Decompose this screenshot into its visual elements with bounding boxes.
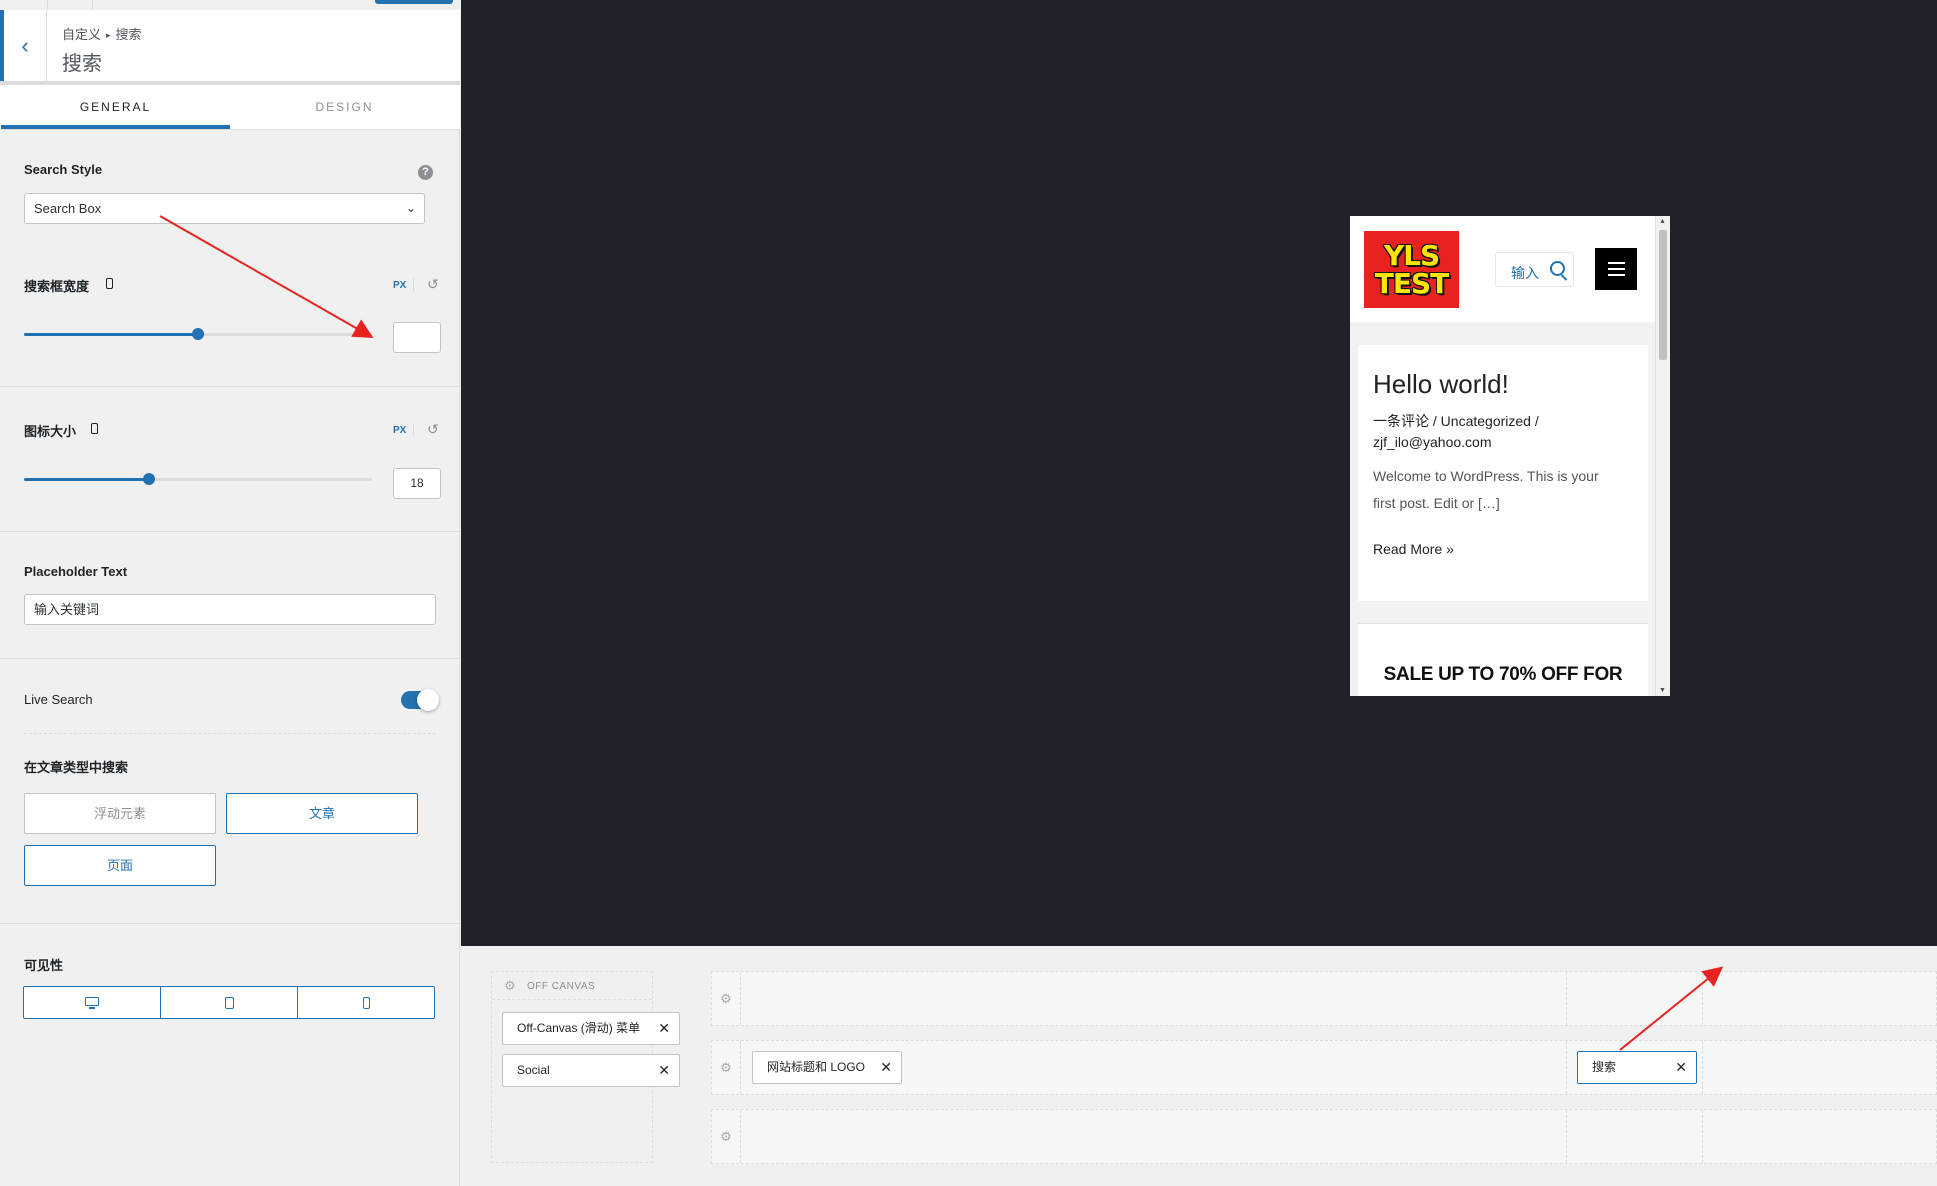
close-icon[interactable]: ✕	[658, 1055, 670, 1086]
hamburger-icon	[1608, 262, 1625, 264]
search-style-value: Search Box	[34, 201, 102, 216]
tab-general[interactable]: GENERAL	[1, 85, 230, 129]
post-type-post-button[interactable]: 文章	[226, 793, 418, 834]
breadcrumb: 自定义 ▸ 搜索	[62, 24, 142, 43]
tab-bar: GENERAL DESIGN	[0, 85, 460, 130]
search-width-input[interactable]	[393, 322, 441, 353]
section-title: 搜索	[62, 53, 102, 75]
close-icon[interactable]: ✕	[658, 1013, 670, 1044]
builder-item-social[interactable]: Social ✕	[502, 1054, 680, 1087]
visibility-tablet-button[interactable]	[161, 987, 298, 1018]
scrollbar-thumb[interactable]	[1659, 230, 1667, 360]
chip-label: Social	[517, 1063, 550, 1077]
builder-item-site-logo[interactable]: 网站标题和 LOGO ✕	[752, 1051, 902, 1084]
placeholder-text-label: Placeholder Text	[24, 564, 128, 579]
chip-label: 网站标题和 LOGO	[767, 1060, 866, 1074]
slider-fill	[24, 478, 150, 481]
preview-site-header: YLS TEST 输入	[1350, 216, 1656, 322]
search-style-label: Search Style	[24, 162, 103, 177]
breadcrumb-root: 自定义	[62, 27, 102, 42]
post-card: Hello world! 一条评论 / Uncategorized / zjf_…	[1358, 345, 1648, 601]
sale-banner: SALE UP TO 70% OFF FOR	[1358, 623, 1648, 696]
header-builder: ⚙ OFF CANVAS Off-Canvas (滑动) 菜单 ✕ Social…	[461, 946, 1937, 1186]
gear-icon[interactable]: ⚙	[504, 978, 516, 994]
toggle-knob	[417, 689, 439, 711]
close-icon[interactable]: ✕	[1675, 1052, 1687, 1083]
breadcrumb-current: 搜索	[115, 27, 142, 42]
builder-item-offcanvas-menu[interactable]: Off-Canvas (滑动) 菜单 ✕	[502, 1012, 680, 1045]
post-excerpt: Welcome to WordPress. This is your first…	[1373, 468, 1599, 511]
post-title[interactable]: Hello world!	[1373, 369, 1509, 400]
live-search-toggle[interactable]	[401, 689, 439, 711]
help-icon[interactable]: ?	[418, 165, 433, 180]
mobile-device-icon[interactable]	[91, 423, 98, 434]
publish-button[interactable]	[375, 0, 453, 4]
builder-row-top[interactable]: ⚙	[711, 971, 1937, 1026]
post-types-label: 在文章类型中搜索	[24, 760, 129, 775]
chip-label: 搜索	[1592, 1060, 1617, 1074]
header-search-placeholder: 输入	[1511, 265, 1539, 281]
chevron-left-icon: ‹	[21, 32, 29, 58]
post-meta: 一条评论 / Uncategorized / zjf_ilo@yahoo.com	[1373, 413, 1539, 450]
live-search-label: Live Search	[24, 692, 93, 707]
slider-fill	[24, 333, 198, 336]
icon-size-slider[interactable]	[24, 473, 372, 485]
visibility-mobile-button[interactable]	[298, 987, 434, 1018]
customizer-sidebar: ‹ 自定义 ▸ 搜索 搜索 GENERAL DESIGN Search Style …	[0, 0, 460, 1186]
builder-item-search[interactable]: 搜索 ✕	[1577, 1051, 1697, 1084]
site-preview-area	[461, 0, 1937, 946]
off-canvas-panel: ⚙ OFF CANVAS Off-Canvas (滑动) 菜单 ✕ Social…	[491, 971, 680, 1163]
header-search-box[interactable]: 输入	[1495, 252, 1574, 287]
search-icon	[1550, 261, 1565, 276]
unit-px-label[interactable]: PX	[393, 280, 406, 291]
unit-px-label[interactable]: PX	[393, 425, 406, 436]
slider-thumb[interactable]	[192, 328, 204, 340]
logo-line-1: YLS	[1383, 238, 1440, 272]
post-type-floating-button[interactable]: 浮动元素	[24, 793, 216, 834]
sale-text: SALE UP TO 70% OFF FOR	[1383, 664, 1623, 685]
search-width-label: 搜索框宽度	[24, 279, 90, 294]
close-icon[interactable]: ✕	[880, 1052, 892, 1083]
builder-row-bottom[interactable]: ⚙	[711, 1109, 1937, 1164]
desktop-icon	[85, 996, 99, 1009]
search-style-select[interactable]: Search Box ⌄	[24, 193, 425, 224]
visibility-button-group	[23, 986, 435, 1019]
tablet-icon	[224, 996, 234, 1009]
post-type-page-button[interactable]: 页面	[24, 845, 216, 886]
chevron-down-icon: ⌄	[405, 201, 416, 215]
icon-size-input[interactable]: 18	[393, 468, 441, 499]
preview-scrollbar[interactable]: ▲ ▼	[1655, 216, 1670, 696]
slider-thumb[interactable]	[143, 473, 156, 485]
chip-label: Off-Canvas (滑动) 菜单	[517, 1021, 641, 1035]
read-more-link[interactable]: Read More »	[1373, 541, 1454, 557]
menu-toggle-button[interactable]	[1595, 248, 1637, 290]
search-width-slider[interactable]	[24, 328, 372, 340]
reset-icon[interactable]: ↺	[427, 421, 439, 438]
mobile-preview-frame: YLS TEST 输入 Hello world! 一条评论 / Uncatego…	[1350, 216, 1670, 696]
scroll-up-icon[interactable]: ▲	[1659, 218, 1666, 225]
off-canvas-label: OFF CANVAS	[527, 981, 596, 992]
back-button[interactable]: ‹	[0, 10, 47, 81]
visibility-desktop-button[interactable]	[24, 987, 161, 1018]
mobile-device-icon[interactable]	[106, 278, 113, 289]
placeholder-text-input[interactable]: 输入关键词	[24, 594, 436, 625]
icon-size-label: 图标大小	[24, 424, 77, 439]
visibility-label: 可见性	[24, 958, 64, 973]
row-gear-icon[interactable]: ⚙	[712, 1041, 741, 1094]
row-gear-icon[interactable]: ⚙	[712, 1110, 741, 1163]
reset-icon[interactable]: ↺	[427, 276, 439, 293]
tab-design[interactable]: DESIGN	[230, 85, 459, 129]
logo-line-2: TEST	[1374, 266, 1449, 300]
site-logo[interactable]: YLS TEST	[1364, 231, 1459, 308]
section-header: ‹ 自定义 ▸ 搜索 搜索	[0, 10, 460, 85]
caret-right-icon: ▸	[106, 30, 111, 40]
row-gear-icon[interactable]: ⚙	[712, 972, 741, 1025]
builder-row-main[interactable]: ⚙ 网站标题和 LOGO ✕ 搜索 ✕	[711, 1040, 1937, 1095]
scroll-down-icon[interactable]: ▼	[1659, 687, 1666, 694]
mobile-icon	[362, 996, 370, 1009]
